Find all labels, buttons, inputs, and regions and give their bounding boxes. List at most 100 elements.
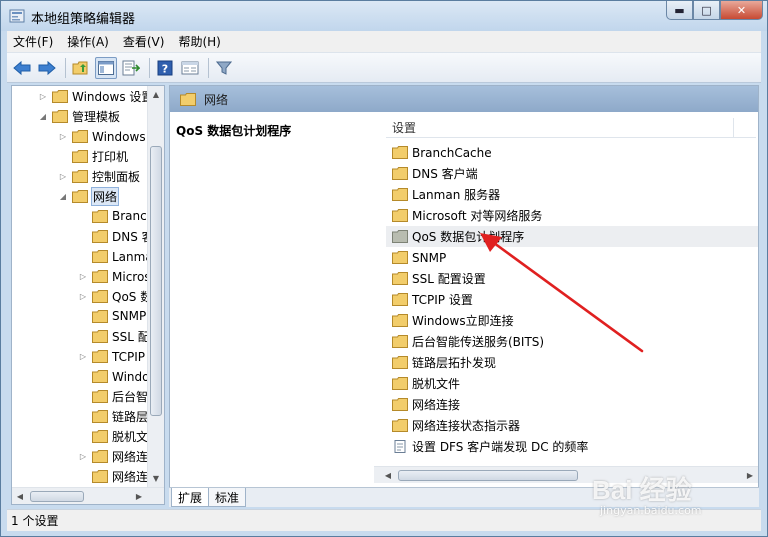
status-text: 1 个设置 (11, 514, 59, 528)
folder-icon (72, 189, 88, 203)
list-item[interactable]: 网络连接 (386, 394, 758, 415)
back-icon (13, 60, 31, 75)
list-item[interactable]: TCPIP 设置 (386, 289, 758, 310)
list-item-label: BranchCache (412, 145, 492, 160)
export-list-icon (122, 60, 140, 75)
scroll-right-icon[interactable]: ▶ (742, 467, 758, 483)
toolbar-separator (149, 57, 150, 78)
scroll-left-icon[interactable]: ◀ (380, 467, 396, 483)
scroll-left-icon[interactable]: ◀ (12, 488, 28, 504)
menu-file[interactable]: 文件(F) (13, 33, 53, 50)
folder-icon (392, 377, 408, 390)
close-icon: ✕ (736, 3, 747, 17)
scroll-down-icon[interactable]: ▼ (148, 470, 164, 487)
list-item[interactable]: 链路层拓扑发现 (386, 352, 758, 373)
minimize-button[interactable]: ▬ (666, 1, 693, 20)
scrollbar-thumb[interactable] (150, 146, 162, 416)
list-item[interactable]: DNS 客户端 (386, 163, 758, 184)
forward-button[interactable] (36, 57, 58, 79)
close-button[interactable]: ✕ (720, 1, 763, 20)
collapsed-arrow-icon[interactable]: ▷ (58, 172, 68, 181)
help-button[interactable]: ? (154, 57, 176, 79)
expanded-arrow-icon[interactable]: ◢ (58, 192, 68, 201)
tree-item[interactable]: 打印机 (58, 146, 128, 166)
list-item[interactable]: Lanman 服务器 (386, 184, 758, 205)
title-bar[interactable]: 本地组策略编辑器 ▬ □ ✕ (1, 1, 767, 31)
list-item-label: 后台智能传送服务(BITS) (412, 335, 545, 349)
folder-icon (92, 329, 108, 343)
maximize-button[interactable]: □ (693, 1, 720, 20)
folder-icon (92, 449, 108, 463)
settings-list: 设置 BranchCache DNS 客户端 Lanman 服务器 Microsoft… (374, 112, 758, 490)
show-hide-tree-button[interactable] (95, 56, 117, 79)
window-title: 本地组策略编辑器 (31, 12, 136, 27)
folder-icon (92, 469, 108, 483)
tree-vertical-scrollbar[interactable]: ▲ ▼ (147, 86, 164, 487)
column-header-label: 设置 (392, 121, 417, 135)
collapsed-arrow-icon[interactable]: ▷ (78, 272, 88, 281)
folder-icon (72, 169, 88, 183)
folder-icon (92, 289, 108, 303)
list-item[interactable]: 脱机文件 (386, 373, 758, 394)
menu-view[interactable]: 查看(V) (123, 33, 165, 50)
collapsed-arrow-icon[interactable]: ▷ (78, 452, 88, 461)
scrollbar-thumb[interactable] (398, 470, 578, 481)
list-item[interactable]: Windows立即连接 (386, 310, 758, 331)
list-item[interactable]: 后台智能传送服务(BITS) (386, 331, 758, 352)
tree-item[interactable]: ◢ 管理模板 (38, 106, 120, 126)
back-button[interactable] (11, 57, 33, 79)
properties-view-button[interactable] (179, 57, 201, 79)
collapsed-arrow-icon[interactable]: ▷ (78, 352, 88, 361)
folder-icon (392, 146, 408, 159)
list-item-label: SSL 配置设置 (412, 272, 486, 286)
up-one-level-button[interactable] (70, 57, 92, 79)
list-item[interactable]: SNMP (386, 247, 758, 268)
tree-item[interactable]: ▷ Windows 设置 (38, 86, 153, 106)
scrollbar-thumb[interactable] (30, 491, 84, 502)
tree-item-label: 打印机 (92, 149, 129, 164)
list-item-label: QoS 数据包计划程序 (412, 230, 525, 244)
up-folder-icon (72, 61, 88, 74)
description-title: QoS 数据包计划程序 (176, 124, 292, 138)
policy-editor-app-icon (9, 9, 25, 23)
list-item[interactable]: Microsoft 对等网络服务 (386, 205, 758, 226)
tab-standard[interactable]: 标准 (208, 488, 247, 507)
scroll-up-icon[interactable]: ▲ (148, 86, 164, 103)
tree-item[interactable]: ◢ 网络 (58, 186, 120, 206)
folder-icon (92, 269, 108, 283)
tree-item[interactable]: ▷ 控制面板 (58, 166, 140, 186)
collapsed-arrow-icon[interactable]: ▷ (38, 92, 48, 101)
scroll-right-icon[interactable]: ▶ (131, 488, 147, 504)
menu-action[interactable]: 操作(A) (67, 33, 109, 50)
tree-item-label: SNMP (112, 309, 147, 323)
toolbar-separator (208, 57, 209, 78)
filter-icon (216, 61, 232, 75)
export-list-button[interactable] (120, 57, 142, 79)
expanded-arrow-icon[interactable]: ◢ (38, 112, 48, 121)
collapsed-arrow-icon[interactable]: ▷ (78, 292, 88, 301)
list-item[interactable]: 设置 DFS 客户端发现 DC 的频率 (386, 436, 758, 457)
column-separator[interactable] (733, 118, 734, 138)
details-header-title: 网络 (204, 92, 229, 107)
tree-horizontal-scrollbar[interactable]: ◀ ▶ (12, 487, 164, 504)
folder-icon (392, 209, 408, 222)
collapsed-arrow-icon[interactable]: ▷ (58, 132, 68, 141)
list-item-label: SNMP (412, 250, 447, 265)
column-header-settings[interactable]: 设置 (386, 118, 756, 138)
menu-help[interactable]: 帮助(H) (178, 33, 220, 50)
list-item[interactable]: QoS 数据包计划程序 (386, 226, 758, 247)
list-item-label: DNS 客户端 (412, 167, 478, 181)
tree-item[interactable]: SNMP (78, 306, 146, 326)
list-item-label: 链路层拓扑发现 (412, 356, 497, 370)
tab-extended[interactable]: 扩展 (171, 488, 210, 507)
view-tabs: 扩展 标准 (169, 487, 759, 507)
list-item[interactable]: SSL 配置设置 (386, 268, 758, 289)
toolbar-separator (65, 57, 66, 78)
list-item[interactable]: BranchCache (386, 142, 758, 163)
folder-icon (92, 409, 108, 423)
navigation-tree[interactable]: ▷Windows 设置◢管理模板▷Windows 组件打印机▷控制面板◢网络Br… (11, 85, 165, 505)
folder-icon (72, 129, 88, 143)
list-horizontal-scrollbar[interactable]: ◀ ▶ (374, 466, 758, 483)
list-item[interactable]: 网络连接状态指示器 (386, 415, 758, 436)
filter-button[interactable] (213, 57, 235, 79)
